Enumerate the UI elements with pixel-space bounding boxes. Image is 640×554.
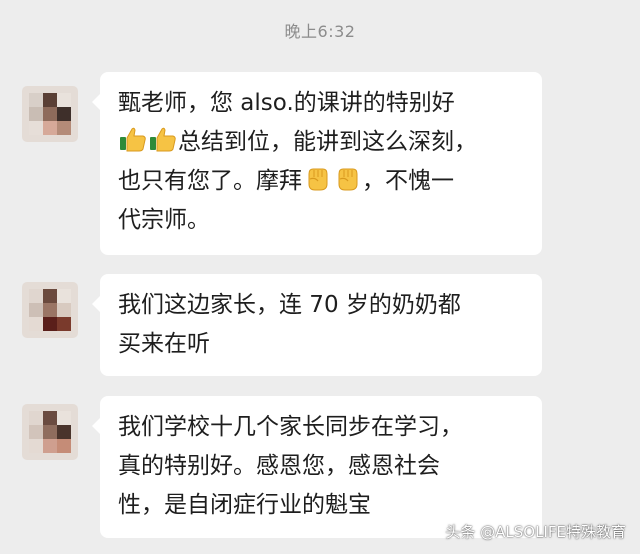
message-line-with-emoji: 也只有您了。摩拜 ，不愧一 — [118, 162, 524, 201]
message-line: 代宗师。 — [118, 207, 210, 233]
message-line: 甄老师，您 also.的课讲的特别好 — [118, 90, 455, 116]
thumbs-up-icon — [149, 125, 177, 153]
message-bubble[interactable]: 甄老师，您 also.的课讲的特别好 总结到位，能讲到这么深刻， 也只有您了。摩… — [92, 72, 542, 255]
fist-icon — [333, 164, 361, 192]
fist-icon — [303, 164, 331, 192]
message-line-text: 也只有您了。摩拜 — [118, 168, 302, 194]
watermark: 头条 @ALSOLIFE特殊教育 — [445, 523, 626, 541]
avatar[interactable] — [22, 86, 78, 142]
message-line: 性，是自闭症行业的魁宝 — [118, 492, 371, 518]
message-line: 我们学校十几个家长同步在学习， — [118, 414, 463, 440]
message-line-text: 总结到位，能讲到这么深刻， — [178, 129, 477, 155]
avatar[interactable] — [22, 282, 78, 338]
message-bubble[interactable]: 我们学校十几个家长同步在学习， 真的特别好。感恩您，感恩社会 性，是自闭症行业的… — [92, 396, 542, 538]
message-line-text: ，不愧一 — [362, 168, 454, 194]
message-line: 真的特别好。感恩您，感恩社会 — [118, 453, 440, 479]
thumbs-up-icon — [119, 125, 147, 153]
message-line: 我们这边家长，连 70 岁的奶奶都 — [118, 292, 461, 318]
message-bubble[interactable]: 我们这边家长，连 70 岁的奶奶都 买来在听 — [92, 274, 542, 376]
message-timestamp: 晚上6:32 — [284, 22, 356, 41]
message-line-with-emoji: 总结到位，能讲到这么深刻， — [118, 123, 524, 162]
message-line: 买来在听 — [118, 331, 210, 357]
avatar[interactable] — [22, 404, 78, 460]
